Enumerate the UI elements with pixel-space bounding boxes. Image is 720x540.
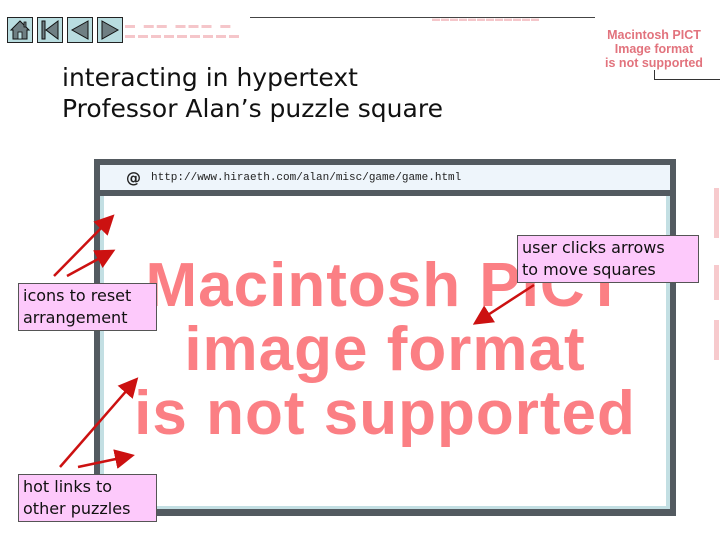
home-button[interactable]	[7, 17, 33, 43]
callout-text: hot links to	[23, 477, 113, 496]
url-text[interactable]: http://www.hiraeth.com/alan/misc/game/ga…	[151, 172, 461, 184]
callout-text: user clicks arrows	[522, 238, 665, 257]
callout-arrows: user clicks arrows to move squares	[517, 235, 699, 283]
pict-line: image format	[184, 315, 586, 384]
next-button[interactable]	[97, 17, 123, 43]
faded-pict-remnant: ▬▬▬▬▬▬▬▬▬	[125, 30, 242, 41]
pict-line: Macintosh PICT	[607, 28, 701, 42]
callout-text: arrangement	[23, 308, 128, 327]
previous-icon	[70, 20, 89, 40]
pict-line: Image format	[614, 42, 694, 56]
faded-pict-remnant	[714, 188, 719, 238]
at-icon: @	[126, 168, 141, 187]
next-icon	[101, 20, 120, 40]
top-rule	[250, 17, 595, 18]
pict-placeholder-small: Macintosh PICT Image format is not suppo…	[588, 28, 720, 70]
callout-text: other puzzles	[23, 499, 131, 518]
callout-reset: icons to reset arrangement	[18, 283, 157, 331]
url-bar[interactable]: @ http://www.hiraeth.com/alan/misc/game/…	[100, 165, 670, 190]
callout-links: hot links to other puzzles	[18, 474, 157, 522]
slide-title: interacting in hypertext Professor Alan’…	[62, 62, 443, 124]
callout-text: icons to reset	[23, 286, 132, 305]
bracket-line	[654, 70, 720, 80]
browser-window: @ http://www.hiraeth.com/alan/misc/game/…	[94, 159, 676, 516]
previous-button[interactable]	[67, 17, 93, 43]
pict-line: is not supported	[605, 56, 703, 70]
first-page-button[interactable]	[37, 17, 63, 43]
home-icon	[9, 20, 31, 40]
faded-pict-remnant	[714, 265, 719, 300]
pict-line: is not supported	[134, 379, 636, 448]
title-line-2: Professor Alan’s puzzle square	[62, 94, 443, 123]
faded-pict-remnant	[714, 320, 719, 360]
callout-text: to move squares	[522, 260, 656, 279]
faded-pict-remnant: ▬▬▬▬▬▬▬▬▬▬▬▬	[432, 14, 540, 23]
title-line-1: interacting in hypertext	[62, 63, 358, 92]
first-page-icon	[41, 20, 59, 40]
